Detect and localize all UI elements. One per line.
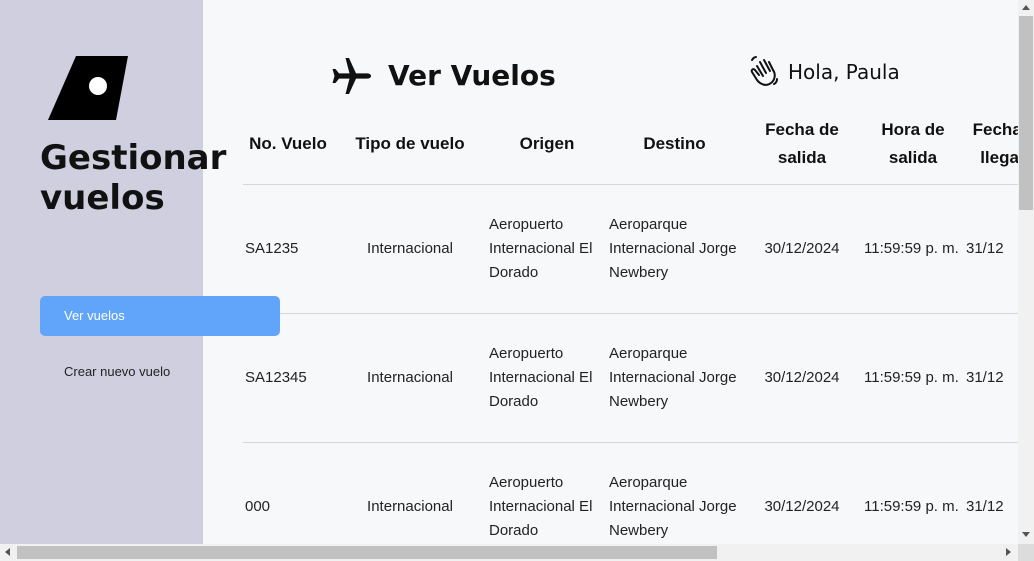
header-tipo-vuelo: Tipo de vuelo (333, 104, 487, 185)
scrollbar-corner (1018, 544, 1034, 561)
cell-hora-salida: 11:59:59 p. m. (862, 442, 964, 544)
cell-destino: Aeroparque Internacional Jorge Newbery (607, 442, 742, 544)
cell-hora-salida: 11:59:59 p. m. (862, 184, 964, 314)
cell-tipo: Internacional (333, 442, 487, 544)
cell-origen: Aeropuerto Internacional El Dorado (487, 184, 607, 314)
header-fecha-llegada: Fecha de llegada (964, 104, 1018, 185)
sidebar-title: Gestionar vuelos (40, 138, 227, 218)
cell-origen: Aeropuerto Internacional El Dorado (487, 442, 607, 544)
header-fecha-salida: Fecha de salida (742, 104, 862, 185)
cell-fecha-salida: 30/12/2024 (742, 313, 862, 443)
scroll-down-arrow-icon[interactable] (1022, 532, 1030, 537)
nav-crear-nuevo-vuelo[interactable]: Crear nuevo vuelo (64, 362, 170, 382)
waving-hand-icon (750, 56, 778, 86)
scroll-right-arrow-icon[interactable] (1006, 548, 1011, 556)
cell-fecha-llegada: 31/12 (964, 442, 1018, 544)
horizontal-scrollbar[interactable] (0, 544, 1018, 561)
header-destino: Destino (607, 104, 742, 185)
cell-fecha-llegada: 31/12 (964, 184, 1018, 314)
scroll-left-arrow-icon[interactable] (5, 548, 10, 556)
cell-destino: Aeroparque Internacional Jorge Newbery (607, 313, 742, 443)
cell-numero: 000 (243, 442, 333, 544)
airline-tail-logo (48, 56, 128, 120)
table-row[interactable]: SA1235 Internacional Aeropuerto Internac… (243, 184, 1018, 314)
cell-fecha-llegada: 31/12 (964, 313, 1018, 443)
cell-hora-salida: 11:59:59 p. m. (862, 313, 964, 443)
plane-icon (332, 58, 371, 94)
table-row[interactable]: SA12345 Internacional Aeropuerto Interna… (243, 313, 1018, 443)
sidebar: Gestionar vuelos Ver vuelos Crear nuevo … (0, 0, 280, 544)
cell-destino: Aeroparque Internacional Jorge Newbery (607, 184, 742, 314)
vertical-scrollbar[interactable] (1018, 0, 1034, 544)
header-hora-salida: Hora de salida (862, 104, 964, 185)
horizontal-scroll-thumb[interactable] (17, 546, 717, 559)
scroll-up-arrow-icon[interactable] (1022, 5, 1030, 10)
cell-tipo: Internacional (333, 313, 487, 443)
header-no-vuelo: No. Vuelo (243, 104, 333, 185)
greeting: Hola, Paula (788, 60, 900, 84)
table-row[interactable]: 000 Internacional Aeropuerto Internacion… (243, 442, 1018, 544)
vertical-scroll-thumb[interactable] (1019, 16, 1033, 210)
main-content: Ver Vuelos Hola, Paula No. Vuelo Tipo de… (203, 0, 1018, 544)
nav-ver-vuelos[interactable]: Ver vuelos (40, 296, 280, 336)
flights-table: No. Vuelo Tipo de vuelo Origen Destino F… (243, 104, 1018, 544)
cell-tipo: Internacional (333, 184, 487, 314)
page-title: Ver Vuelos (388, 59, 556, 92)
cell-fecha-salida: 30/12/2024 (742, 184, 862, 314)
cell-fecha-salida: 30/12/2024 (742, 442, 862, 544)
cell-origen: Aeropuerto Internacional El Dorado (487, 313, 607, 443)
table-header-row: No. Vuelo Tipo de vuelo Origen Destino F… (243, 104, 1018, 185)
header-origen: Origen (487, 104, 607, 185)
cell-numero: SA1235 (243, 184, 333, 314)
